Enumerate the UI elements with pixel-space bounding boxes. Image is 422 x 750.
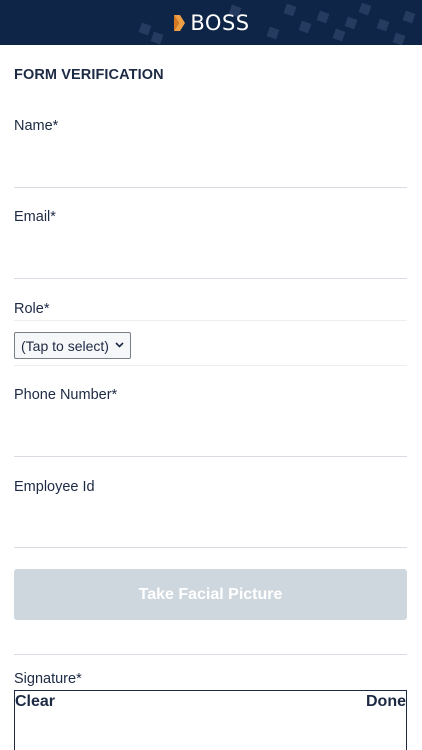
name-label: Name* bbox=[14, 118, 59, 134]
email-underline bbox=[14, 278, 407, 279]
app-header: BOSS bbox=[0, 0, 422, 45]
email-label: Email* bbox=[14, 209, 56, 225]
boss-logo-icon bbox=[174, 14, 186, 31]
employee-id-field[interactable] bbox=[14, 507, 407, 547]
logo-text: BOSS bbox=[190, 10, 250, 35]
employee-id-label: Employee Id bbox=[14, 479, 95, 495]
phone-underline bbox=[14, 456, 407, 457]
signature-pad[interactable]: Clear Done bbox=[14, 690, 407, 750]
app-logo: BOSS bbox=[0, 0, 422, 45]
chevron-down-icon bbox=[115, 342, 124, 348]
name-field[interactable] bbox=[14, 147, 407, 187]
phone-label: Phone Number* bbox=[14, 387, 118, 403]
form-title: FORM VERIFICATION bbox=[14, 67, 164, 83]
role-select-value: (Tap to select) bbox=[21, 337, 109, 354]
phone-field[interactable] bbox=[14, 416, 407, 456]
signature-label: Signature* bbox=[14, 671, 82, 687]
signature-done-button[interactable]: Done bbox=[366, 693, 406, 711]
divider bbox=[14, 320, 407, 321]
name-underline bbox=[14, 187, 407, 188]
employee-id-underline bbox=[14, 547, 407, 548]
divider bbox=[14, 654, 407, 655]
email-field[interactable] bbox=[14, 238, 407, 278]
divider bbox=[14, 365, 407, 366]
take-facial-picture-button[interactable]: Take Facial Picture bbox=[14, 569, 407, 620]
signature-clear-button[interactable]: Clear bbox=[15, 693, 55, 711]
role-select[interactable]: (Tap to select) bbox=[14, 332, 131, 359]
role-label: Role* bbox=[14, 301, 50, 317]
